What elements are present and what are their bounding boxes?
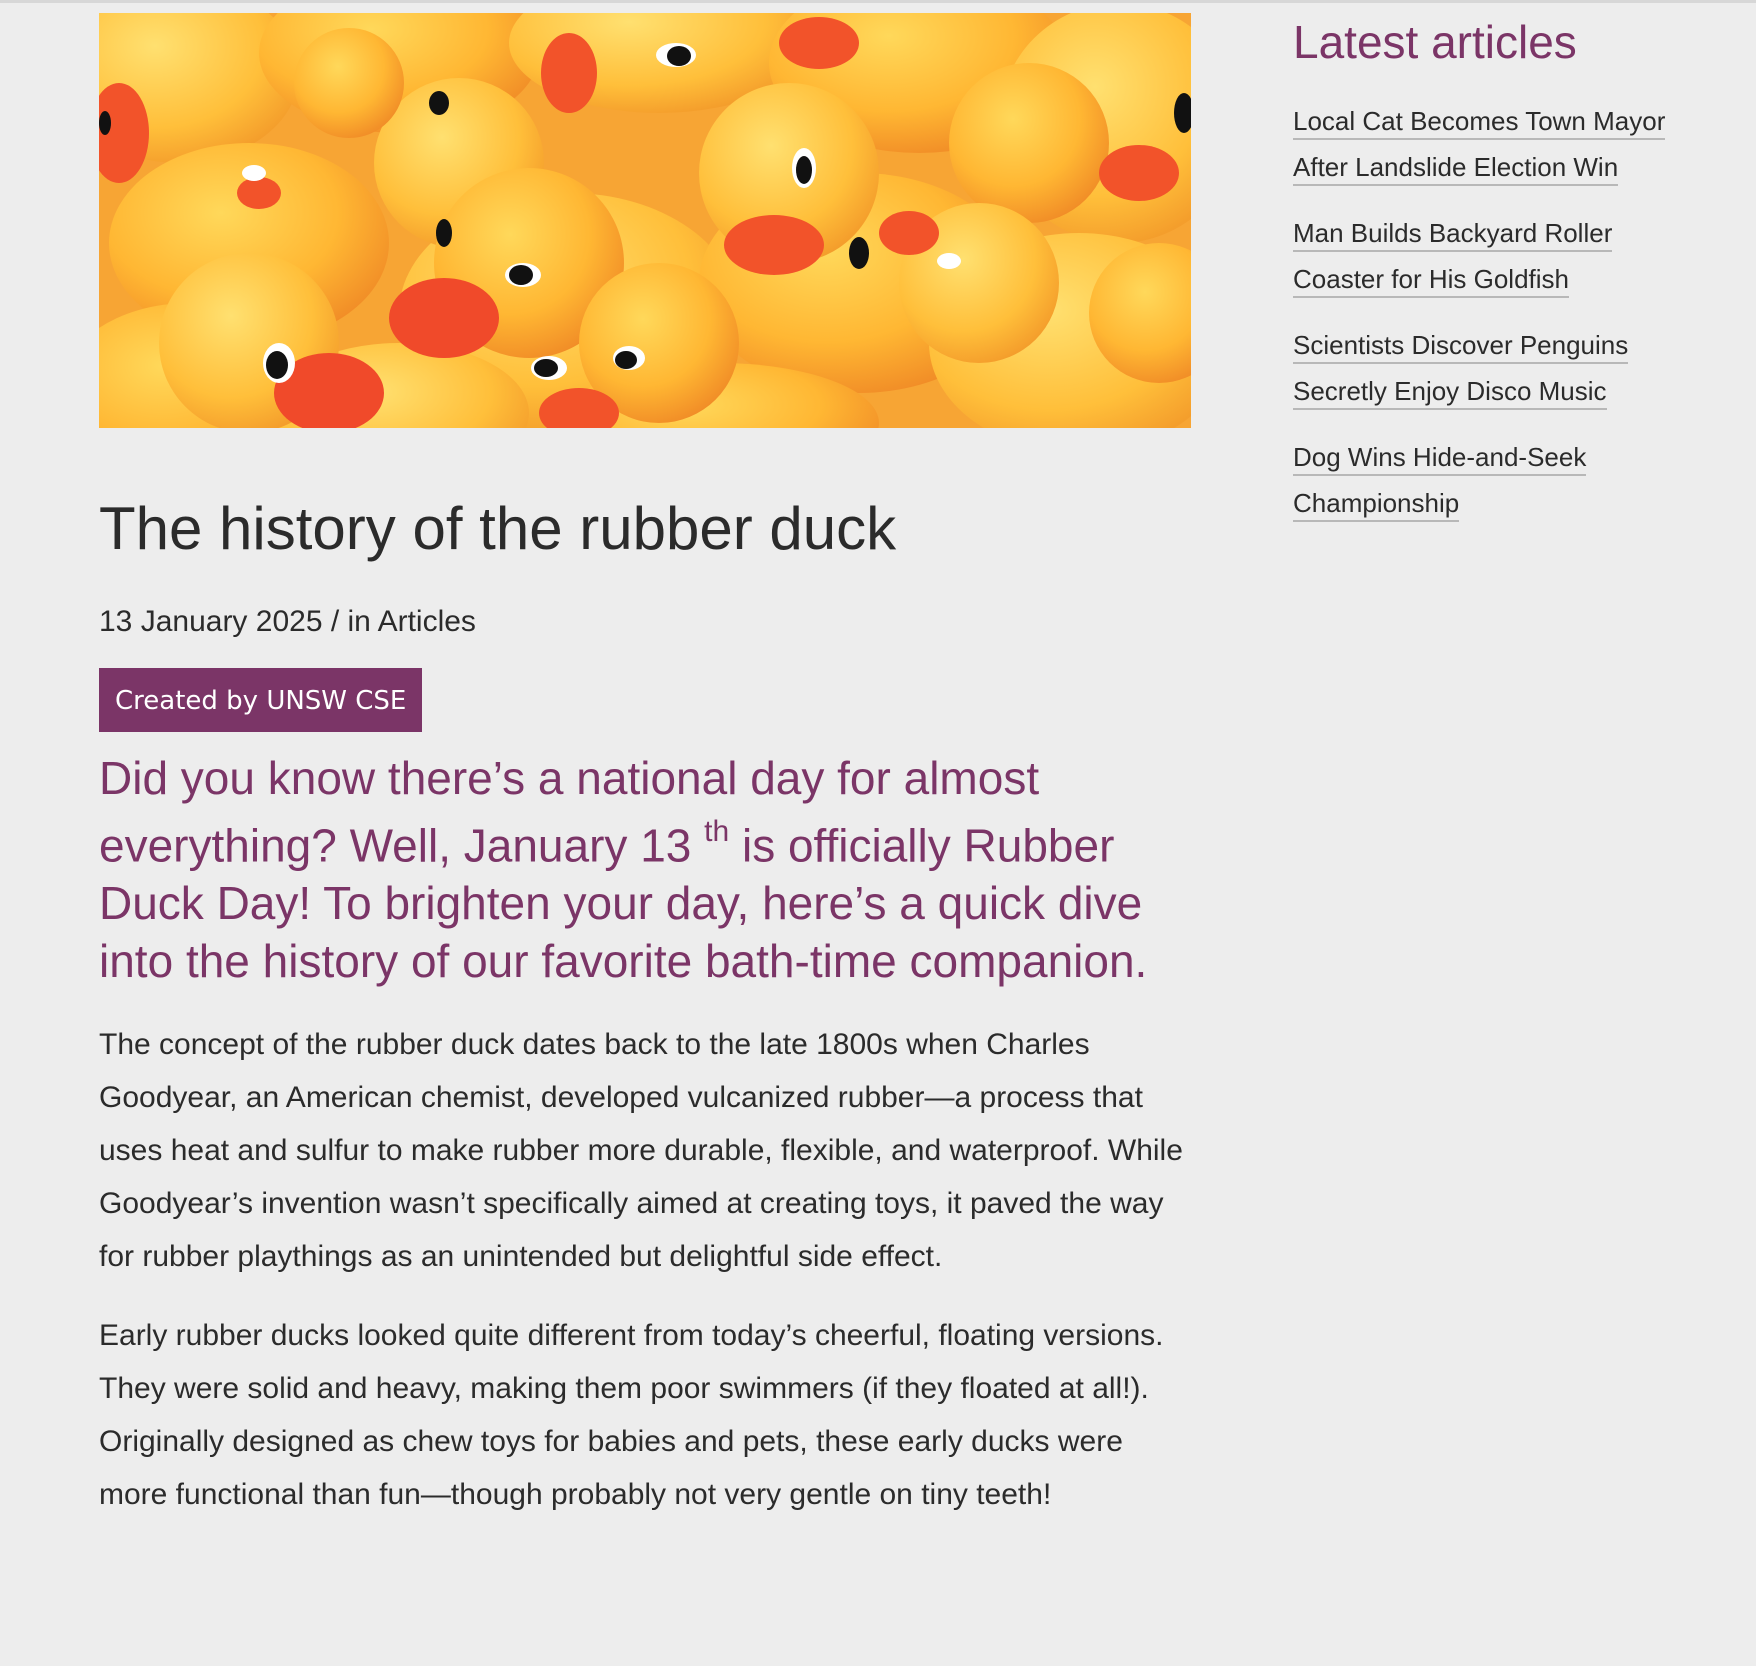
creator-badge: Created by UNSW CSE (99, 668, 423, 732)
article-link-penguins-disco[interactable]: Scientists Discover Penguins Secretly En… (1293, 330, 1629, 410)
article-meta: 13 January 2025 / in Articles (99, 605, 1191, 639)
meta-separator: / in (322, 605, 378, 638)
body-paragraph-1: The concept of the rubber duck dates bac… (99, 1028, 1183, 1274)
sidebar-heading: Latest articles (1293, 16, 1577, 68)
list-item: Man Builds Backyard Roller Coaster for H… (1293, 210, 1693, 302)
latest-articles-list: Local Cat Becomes Town Mayor After Lands… (1293, 98, 1693, 526)
article-lead: Did you know there’s a national day for … (99, 749, 1191, 990)
article-link-roller-coaster[interactable]: Man Builds Backyard Roller Coaster for H… (1293, 218, 1613, 298)
hero-image (99, 13, 1191, 428)
article-main: The history of the rubber duck 13 Januar… (99, 13, 1191, 1547)
article-title: The history of the rubber duck (99, 495, 897, 562)
body-paragraph-2: Early rubber ducks looked quite differen… (99, 1319, 1164, 1512)
lead-superscript: th (704, 815, 730, 848)
list-item: Dog Wins Hide-and-Seek Championship (1293, 434, 1693, 526)
rubber-ducks-illustration (99, 13, 1191, 428)
list-item: Scientists Discover Penguins Secretly En… (1293, 322, 1693, 414)
top-border (0, 0, 1756, 3)
article-link-dog-hide-seek[interactable]: Dog Wins Hide-and-Seek Championship (1293, 442, 1587, 522)
article-date: 13 January 2025 (99, 605, 323, 638)
latest-articles-sidebar: Latest articles Local Cat Becomes Town M… (1293, 14, 1693, 546)
category-link[interactable]: Articles (378, 605, 476, 638)
article-body: The concept of the rubber duck dates bac… (99, 1018, 1191, 1521)
article-link-cat-mayor[interactable]: Local Cat Becomes Town Mayor After Lands… (1293, 106, 1666, 186)
list-item: Local Cat Becomes Town Mayor After Lands… (1293, 98, 1693, 190)
